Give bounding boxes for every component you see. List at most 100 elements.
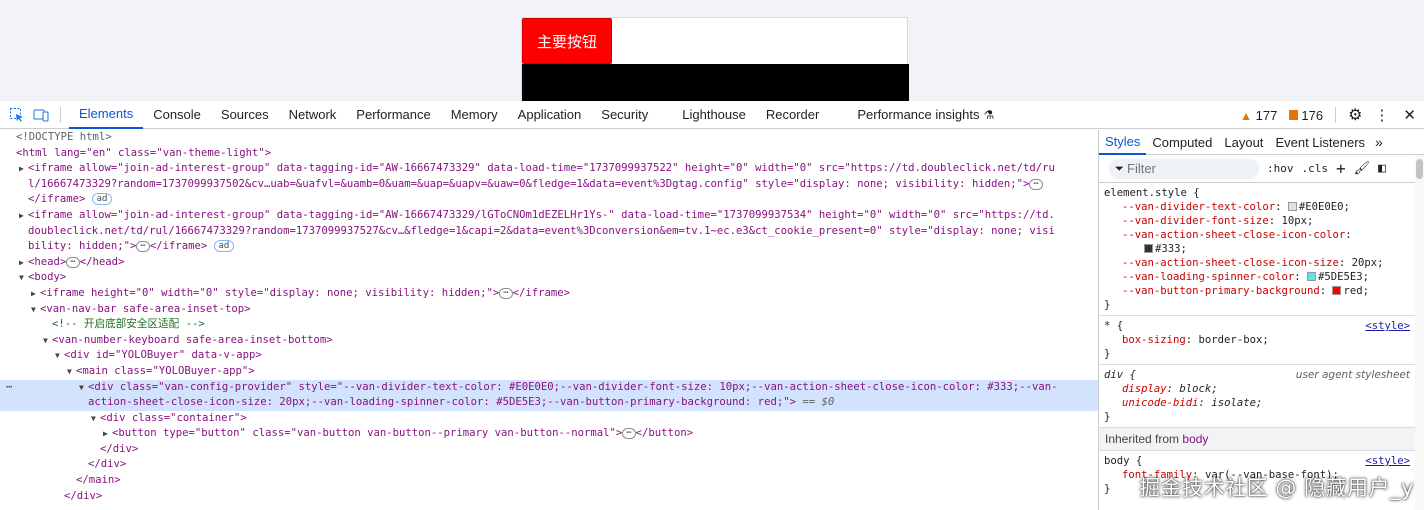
ellipsis-badge[interactable]: ⋯ (1029, 178, 1043, 190)
ellipsis-badge[interactable]: ⋯ (136, 241, 150, 253)
tab-performance[interactable]: Performance (346, 101, 440, 129)
tree-row[interactable]: doubleclick.net/td/rul/16667473329?rando… (0, 224, 1098, 240)
tree-row-selected[interactable]: action-sheet-close-icon-size: 20px;--van… (0, 395, 1098, 411)
issues-counter[interactable]: 176 (1289, 108, 1323, 123)
tab-computed[interactable]: Computed (1146, 130, 1218, 155)
new-rule-icon[interactable]: + (1336, 159, 1346, 178)
tree-row[interactable]: ▼ <body> (0, 270, 1098, 286)
ad-badge[interactable]: ad (213, 240, 235, 253)
ellipsis-badge[interactable]: ⋯ (499, 287, 513, 299)
ad-badge[interactable]: ad (91, 193, 113, 206)
tree-row[interactable]: ▶ <iframe allow="join-ad-interest-group" … (0, 208, 1098, 224)
tab-console[interactable]: Console (143, 101, 211, 129)
tree-row[interactable]: ▼ <div id="YOLOBuyer" data-v-app> (0, 348, 1098, 364)
style-prop[interactable]: --van-action-sheet-close-icon-color: (1104, 228, 1419, 242)
tree-row[interactable]: </div> (0, 489, 1098, 505)
color-swatch[interactable] (1287, 202, 1297, 211)
collapse-arrow-icon[interactable]: ▼ (55, 348, 60, 364)
collapse-arrow-icon[interactable]: ▼ (79, 380, 84, 396)
tab-elements[interactable]: Elements (69, 101, 144, 129)
tree-row[interactable]: </div> (0, 457, 1098, 473)
style-prop[interactable]: unicode-bidi: isolate; (1104, 396, 1419, 410)
class-toggle[interactable]: .cls (1302, 162, 1329, 175)
tab-event-listeners[interactable]: Event Listeners (1269, 130, 1371, 155)
more-options-icon[interactable]: ⋮ (1374, 106, 1389, 124)
color-swatch[interactable] (1306, 272, 1316, 281)
expand-arrow-icon[interactable]: ▶ (103, 426, 108, 442)
inherited-tag-link[interactable]: body (1182, 432, 1208, 446)
color-swatch[interactable] (1144, 244, 1153, 253)
expand-arrow-icon[interactable]: ▶ (19, 161, 24, 177)
tree-row[interactable]: <!-- 开启底部安全区适配 --> (0, 317, 1098, 333)
tree-row[interactable]: ▼ <main class="YOLOBuyer-app"> (0, 364, 1098, 380)
tab-network[interactable]: Network (279, 101, 347, 129)
warnings-counter[interactable]: ▲ 177 (1240, 108, 1277, 123)
gear-icon[interactable]: ⚙ (1348, 105, 1362, 125)
expand-arrow-icon[interactable]: ▶ (19, 255, 24, 271)
collapse-arrow-icon[interactable]: ▼ (31, 302, 36, 318)
element-style-rule[interactable]: element.style { --van-divider-text-color… (1099, 183, 1424, 316)
tree-row[interactable]: ▶ <head> ⋯ </head> (0, 255, 1098, 271)
tree-row[interactable]: ▶ <button type="button" class="van-button… (0, 426, 1098, 442)
collapse-arrow-icon[interactable]: ▼ (19, 270, 24, 286)
color-swatch[interactable] (1332, 286, 1342, 295)
tree-row[interactable]: </iframe> ad (0, 192, 1098, 208)
tab-lighthouse[interactable]: Lighthouse (672, 101, 756, 129)
paint-icon[interactable]: 🖌 (1354, 161, 1371, 176)
tree-row[interactable]: <html lang="en" class="van-theme-light"> (0, 146, 1098, 162)
expand-arrow-icon[interactable]: ▶ (19, 208, 24, 224)
tab-sources[interactable]: Sources (211, 101, 279, 129)
styles-scrollbar[interactable] (1415, 155, 1424, 510)
hover-state-toggle[interactable]: :hov (1267, 162, 1294, 175)
ellipsis-badge[interactable]: ⋯ (66, 256, 80, 268)
style-prop[interactable]: --van-loading-spinner-color: #5DE5E3; (1104, 270, 1419, 284)
ellipsis-badge[interactable]: ⋯ (622, 428, 636, 440)
div-ua-rule[interactable]: user agent stylesheet div { display: blo… (1099, 365, 1424, 428)
style-prop[interactable]: --van-divider-font-size: 10px; (1104, 214, 1419, 228)
primary-button[interactable]: 主要按钮 (522, 18, 612, 64)
tree-row[interactable]: <!DOCTYPE html> (0, 130, 1098, 146)
scrollbar-thumb[interactable] (1416, 159, 1423, 179)
close-icon[interactable]: ✕ (1403, 106, 1416, 124)
style-prop-value-line[interactable]: #333; (1104, 242, 1419, 256)
tree-row-selected[interactable]: ⋯ ▼ <div class="van-config-provider" style… (0, 379, 1098, 396)
tree-row[interactable]: l/16667473329?random=1737099937502&cv…ua… (0, 177, 1098, 193)
more-tabs-icon[interactable]: » (1375, 134, 1383, 150)
tree-row[interactable]: ▼ <van-nav-bar safe-area-inset-top> (0, 302, 1098, 318)
tree-row[interactable]: ▼ <div class="container"> (0, 411, 1098, 427)
style-prop[interactable]: --van-button-primary-background: red; (1104, 284, 1419, 298)
tree-row[interactable]: ▼ <van-number-keyboard safe-area-inset-bo… (0, 333, 1098, 349)
elements-tree[interactable]: <!DOCTYPE html> <html lang="en" class="v… (0, 130, 1098, 510)
node-actions-icon[interactable]: ⋯ (6, 380, 12, 396)
tab-styles[interactable]: Styles (1099, 130, 1147, 155)
tree-row[interactable]: </main> (0, 473, 1098, 489)
collapse-arrow-icon[interactable]: ▼ (91, 411, 96, 427)
style-prop[interactable]: box-sizing: border-box; (1104, 333, 1419, 347)
tree-row[interactable]: ▶ <iframe allow="join-ad-interest-group" … (0, 161, 1098, 177)
style-source-link[interactable]: <style> (1365, 319, 1410, 333)
tree-row[interactable]: bility: hidden;"> ⋯ </iframe> ad (0, 239, 1098, 255)
style-prop[interactable]: --van-divider-text-color: #E0E0E0; (1104, 200, 1419, 214)
toolbar-divider (60, 106, 61, 123)
style-prop[interactable]: --van-action-sheet-close-icon-size: 20px… (1104, 256, 1419, 270)
expand-arrow-icon[interactable]: ▶ (31, 286, 36, 302)
inspect-element-icon[interactable] (6, 104, 28, 126)
universal-rule[interactable]: <style> * { box-sizing: border-box; } (1099, 316, 1424, 365)
inherited-header: Inherited from body (1099, 428, 1424, 451)
tree-row[interactable]: ▶ <iframe height="0" width="0" style="dis… (0, 286, 1098, 302)
tree-row[interactable]: </div> (0, 442, 1098, 458)
tab-layout[interactable]: Layout (1218, 130, 1269, 155)
tab-security[interactable]: Security (591, 101, 658, 129)
collapse-arrow-icon[interactable]: ▼ (43, 333, 48, 349)
filter-input[interactable] (1109, 158, 1259, 179)
tab-memory[interactable]: Memory (441, 101, 508, 129)
collapse-arrow-icon[interactable]: ▼ (67, 364, 72, 380)
rule-close: } (1104, 411, 1111, 423)
toggle-sidebar-icon[interactable]: ◧ (1378, 161, 1386, 176)
tab-application[interactable]: Application (508, 101, 592, 129)
device-toolbar-icon[interactable] (30, 104, 52, 126)
tab-performance-insights[interactable]: Performance insights ⚗ (847, 101, 1004, 129)
style-prop[interactable]: display: block; (1104, 382, 1419, 396)
tab-recorder[interactable]: Recorder (756, 101, 829, 129)
style-source-link[interactable]: <style> (1365, 454, 1410, 468)
